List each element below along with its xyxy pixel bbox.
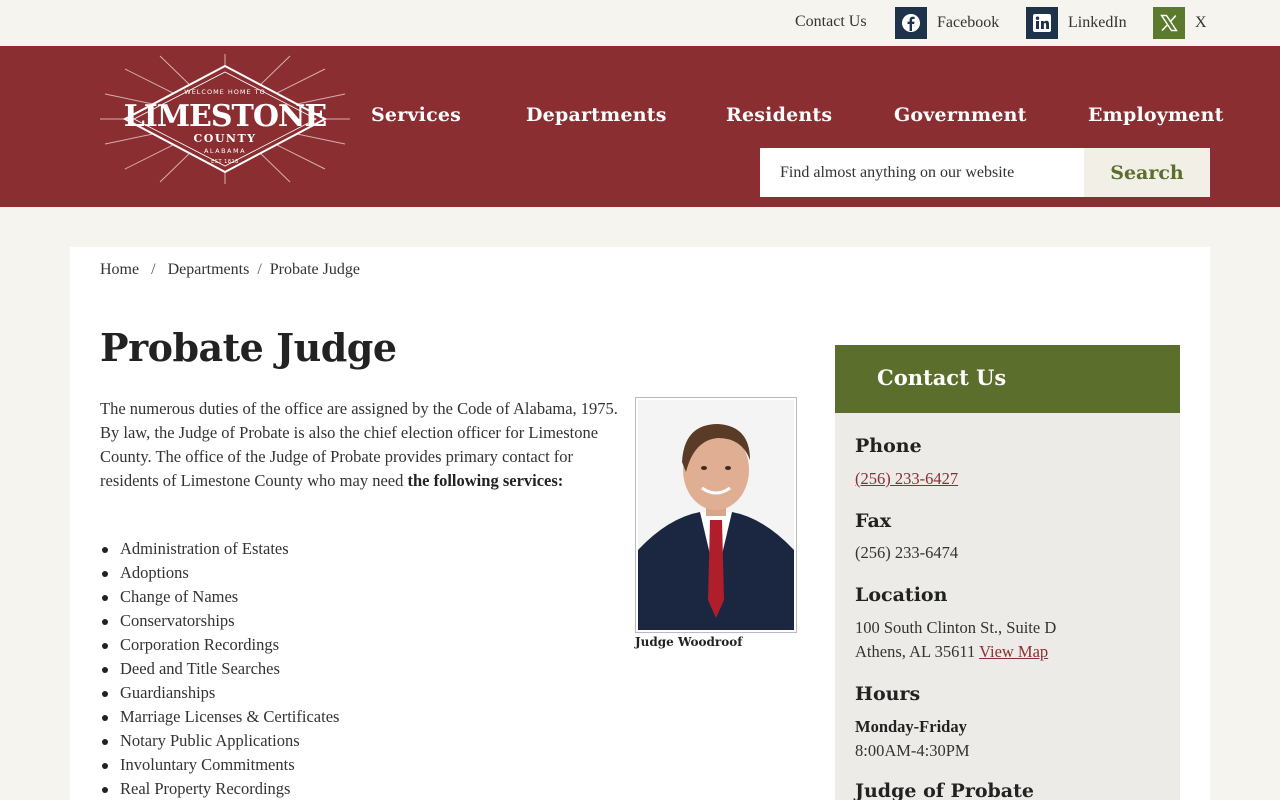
address-city: Athens, AL 35611 — [855, 642, 976, 661]
logo-est: EST 1818 — [211, 159, 239, 165]
services-list: Administration of Estates Adoptions Chan… — [100, 537, 600, 800]
x-link[interactable]: X — [1153, 7, 1207, 39]
list-item: Adoptions — [100, 561, 600, 585]
nav-government[interactable]: Government — [894, 104, 1027, 126]
site-header: WELCOME HOME TO LIMESTONE COUNTY ALABAMA… — [0, 46, 1280, 207]
phone-link[interactable]: (256) 233-6427 — [855, 469, 958, 489]
search-input[interactable] — [760, 148, 1085, 197]
logo-tagline: WELCOME HOME TO — [184, 88, 265, 96]
hours-time: 8:00AM-4:30PM — [855, 741, 970, 760]
list-item: Real Property Recordings — [100, 777, 600, 800]
list-item: Involuntary Commitments — [100, 753, 600, 777]
page-title: Probate Judge — [100, 325, 397, 370]
breadcrumb-home[interactable]: Home — [100, 261, 139, 279]
list-item: Marriage Licenses & Certificates — [100, 705, 600, 729]
list-item: Deed and Title Searches — [100, 657, 600, 681]
breadcrumb-departments[interactable]: Departments — [168, 261, 250, 279]
address-line-2: Athens, AL 35611 View Map — [855, 642, 1048, 662]
breadcrumb-separator: / — [151, 261, 156, 278]
intro-bold-text: the following services: — [407, 471, 564, 490]
list-item: Corporation Recordings — [100, 633, 600, 657]
address-line-1: 100 South Clinton St., Suite D — [855, 618, 1057, 637]
list-item: Administration of Estates — [100, 537, 600, 561]
list-item: Notary Public Applications — [100, 729, 600, 753]
breadcrumb: Home / Departments / Probate Judge — [100, 261, 360, 279]
breadcrumb-current: Probate Judge — [269, 261, 360, 278]
sidebar-title: Contact Us — [877, 365, 1007, 390]
fax-number: (256) 233-6474 — [855, 543, 959, 562]
list-item: Conservatorships — [100, 609, 600, 633]
phone-heading: Phone — [855, 435, 922, 457]
nav-residents[interactable]: Residents — [726, 104, 832, 126]
fax-heading: Fax — [855, 510, 892, 532]
nav-departments[interactable]: Departments — [526, 104, 667, 126]
sidebar-body: Phone (256) 233-6427 Fax (256) 233-6474 … — [835, 413, 1180, 800]
linkedin-link[interactable]: LinkedIn — [1026, 7, 1127, 39]
sidebar-header: Contact Us — [835, 345, 1180, 413]
content-card: Home / Departments / Probate Judge Proba… — [70, 247, 1210, 800]
location-heading: Location — [855, 584, 948, 606]
nav-services[interactable]: Services — [371, 104, 461, 126]
judge-photo — [635, 397, 797, 633]
linkedin-label: LinkedIn — [1068, 14, 1127, 31]
main-nav: Services Departments Residents Governmen… — [0, 104, 1280, 134]
x-icon — [1153, 7, 1185, 39]
view-map-link[interactable]: View Map — [979, 642, 1048, 661]
facebook-link[interactable]: Facebook — [895, 7, 999, 39]
list-item: Guardianships — [100, 681, 600, 705]
linkedin-icon — [1026, 7, 1058, 39]
intro-paragraph: The numerous duties of the office are as… — [100, 397, 620, 493]
facebook-icon — [895, 7, 927, 39]
judge-heading: Judge of Probate — [855, 780, 1034, 800]
nav-employment[interactable]: Employment — [1088, 104, 1224, 126]
search-button[interactable]: Search — [1084, 148, 1210, 197]
hours-days: Monday-Friday — [855, 717, 967, 736]
facebook-label: Facebook — [937, 14, 1000, 31]
utility-bar: Contact Us Facebook LinkedIn X — [0, 0, 1280, 46]
photo-caption: Judge Woodroof — [635, 635, 743, 649]
breadcrumb-separator: / — [257, 261, 262, 278]
logo-state: ALABAMA — [204, 147, 246, 155]
list-item: Change of Names — [100, 585, 600, 609]
hours-heading: Hours — [855, 683, 921, 705]
contact-us-link[interactable]: Contact Us — [795, 13, 867, 31]
x-label: X — [1195, 14, 1207, 31]
